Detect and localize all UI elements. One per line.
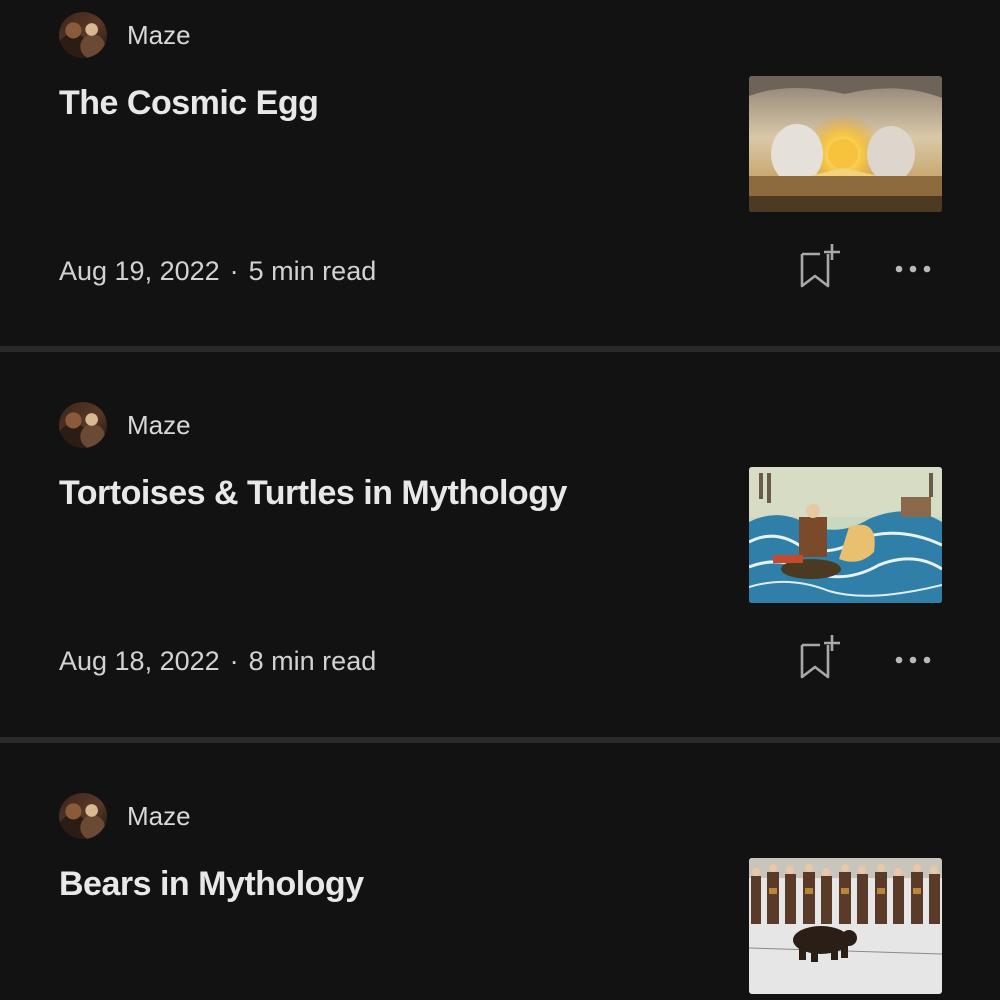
article-meta: Aug 18, 2022 · 8 min read (59, 646, 376, 677)
author-row[interactable]: Maze (59, 402, 191, 448)
article-meta: Aug 19, 2022 · 5 min read (59, 256, 376, 287)
bear-myth-image (749, 858, 942, 994)
article-title[interactable]: The Cosmic Egg (59, 84, 319, 123)
article-title[interactable]: Bears in Mythology (59, 865, 364, 904)
article-card[interactable]: Maze The Cosmic Egg Aug 19, 2022 · 5 min… (0, 0, 1000, 346)
author-row[interactable]: Maze (59, 793, 191, 839)
author-name[interactable]: Maze (127, 20, 191, 51)
more-horizontal-icon[interactable] (890, 256, 940, 282)
article-card[interactable]: Maze Bears in Mythology (0, 743, 1000, 1000)
article-title[interactable]: Tortoises & Turtles in Mythology (59, 474, 567, 513)
turtle-myth-image (749, 467, 942, 603)
read-time: 8 min read (248, 646, 377, 676)
publish-date: Aug 19, 2022 (59, 256, 220, 286)
more-horizontal-icon[interactable] (890, 647, 940, 673)
author-row[interactable]: Maze (59, 12, 191, 58)
article-thumbnail[interactable] (749, 467, 942, 603)
publish-date: Aug 18, 2022 (59, 646, 220, 676)
bookmark-add-icon[interactable] (796, 633, 842, 683)
read-time: 5 min read (248, 256, 377, 286)
bookmark-add-icon[interactable] (796, 242, 842, 292)
author-name[interactable]: Maze (127, 410, 191, 441)
author-name[interactable]: Maze (127, 801, 191, 832)
author-avatar[interactable] (59, 793, 107, 839)
article-card[interactable]: Maze Tortoises & Turtles in Mythology Au… (0, 352, 1000, 698)
article-feed: Maze The Cosmic Egg Aug 19, 2022 · 5 min… (0, 0, 1000, 1000)
meta-separator: · (229, 646, 239, 676)
article-thumbnail[interactable] (749, 76, 942, 212)
author-avatar[interactable] (59, 12, 107, 58)
article-thumbnail[interactable] (749, 858, 942, 994)
cosmic-egg-image (749, 76, 942, 212)
author-avatar[interactable] (59, 402, 107, 448)
meta-separator: · (229, 256, 239, 286)
